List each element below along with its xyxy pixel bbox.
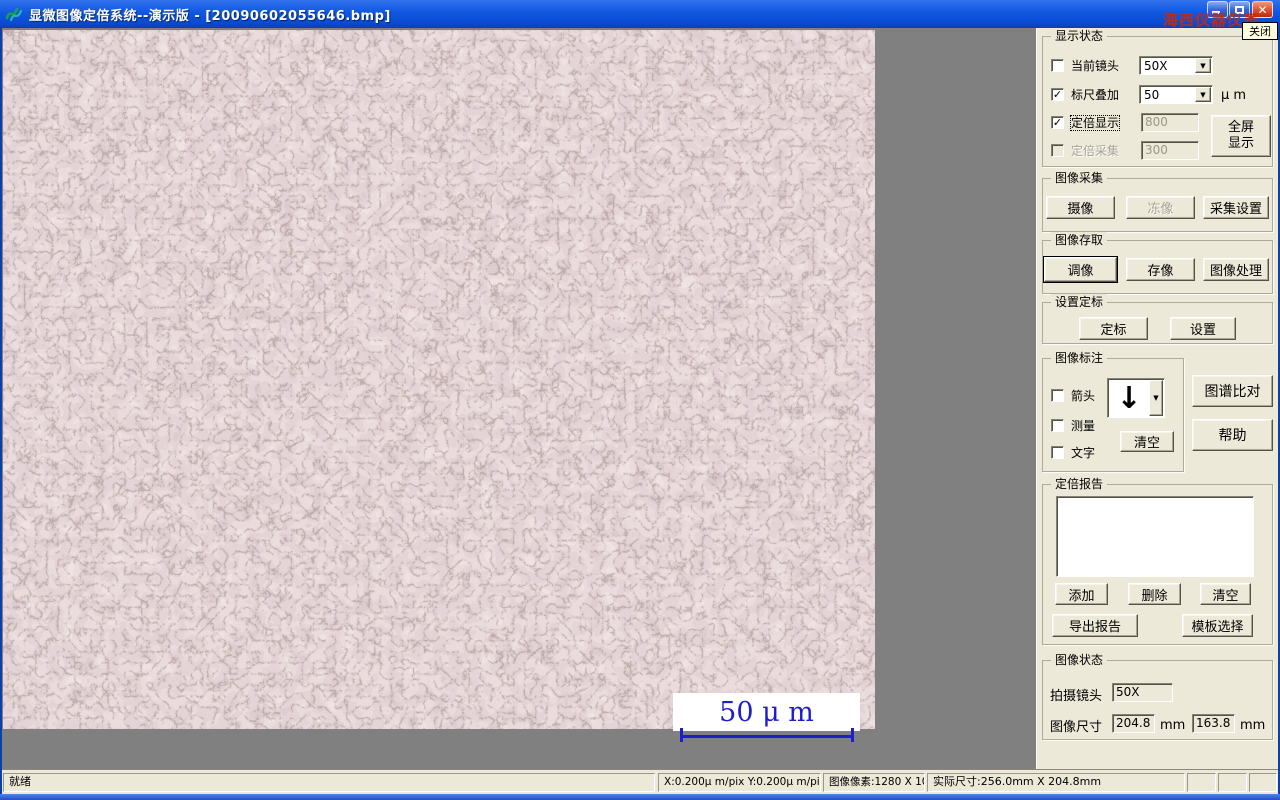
- image-viewport: 50 μ m: [2, 28, 1036, 769]
- arrow-label: 箭头: [1071, 389, 1096, 403]
- chevron-down-icon[interactable]: ▼: [1195, 87, 1211, 102]
- arrow-style-combobox[interactable]: ↓ ▼: [1107, 378, 1165, 418]
- chevron-down-icon[interactable]: ▼: [1195, 58, 1211, 73]
- measure-label: 测量: [1071, 419, 1096, 433]
- current-lens-checkbox[interactable]: [1051, 59, 1064, 72]
- atlas-compare-button[interactable]: 图谱比对: [1192, 375, 1273, 407]
- fullscreen-button[interactable]: 全屏 显示: [1211, 115, 1271, 157]
- capture-settings-button[interactable]: 采集设置: [1203, 196, 1269, 219]
- image-height-unit: mm: [1240, 718, 1266, 733]
- fixed-display-checkbox[interactable]: ✓: [1051, 116, 1064, 129]
- report-listbox[interactable]: [1056, 496, 1254, 577]
- arrow-checkbox[interactable]: [1051, 389, 1064, 402]
- status-bar: 就绪 X:0.200μ m/pix Y:0.200μ m/pix 图像像素:12…: [2, 769, 1278, 794]
- ruler-value: 50: [1144, 88, 1160, 101]
- window-title: 显微图像定倍系统--演示版 - [20090602055646.bmp]: [29, 8, 391, 24]
- close-tooltip: 关闭: [1242, 22, 1278, 40]
- text-label: 文字: [1071, 446, 1096, 460]
- report-export-button[interactable]: 导出报告: [1052, 614, 1138, 637]
- shoot-button[interactable]: 摄像: [1046, 196, 1115, 219]
- check-icon: ✓: [1052, 87, 1063, 101]
- ruler-overlay-label: 标尺叠加: [1071, 88, 1120, 102]
- load-image-button[interactable]: 调像: [1044, 257, 1117, 282]
- calibration-settings-button[interactable]: 设置: [1170, 317, 1236, 340]
- current-lens-combobox[interactable]: 50X ▼: [1139, 56, 1213, 75]
- freeze-button: 冻像: [1126, 196, 1195, 219]
- app-icon: [5, 7, 23, 22]
- status-empty-2: [1218, 773, 1247, 792]
- group-image-status-legend: 图像状态: [1051, 652, 1108, 668]
- image-height-field: 163.8: [1192, 714, 1235, 733]
- current-lens-label: 当前镜头: [1071, 59, 1120, 73]
- fixed-display-label: 定倍显示: [1069, 115, 1121, 131]
- group-image-storage-legend: 图像存取: [1051, 232, 1108, 248]
- ruler-value-combobox[interactable]: 50 ▼: [1139, 85, 1213, 104]
- measure-checkbox[interactable]: [1051, 419, 1064, 432]
- scalebar-label-box: 50 μ m: [673, 693, 860, 731]
- image-width-field: 204.8: [1112, 714, 1155, 733]
- fullscreen-button-label2: 显示: [1227, 136, 1254, 151]
- status-empty-1: [1187, 773, 1216, 792]
- status-pixel-scale: X:0.200μ m/pix Y:0.200μ m/pix: [658, 773, 821, 792]
- group-report-legend: 定倍报告: [1051, 476, 1108, 492]
- app-window: 显微图像定倍系统--演示版 - [20090602055646.bmp] ✕ 海…: [0, 0, 1280, 800]
- fixed-display-field: 800: [1141, 113, 1199, 132]
- save-image-button[interactable]: 存像: [1126, 258, 1195, 281]
- image-process-button[interactable]: 图像处理: [1203, 258, 1269, 281]
- group-annotation-legend: 图像标注: [1051, 350, 1108, 366]
- annotation-clear-button[interactable]: 清空: [1120, 431, 1174, 452]
- title-bar[interactable]: 显微图像定倍系统--演示版 - [20090602055646.bmp]: [0, 0, 1280, 28]
- fixed-capture-label: 定倍采集: [1071, 144, 1120, 158]
- report-clear-button[interactable]: 清空: [1200, 583, 1251, 605]
- scalebar-tick-right: [851, 728, 854, 742]
- ruler-overlay-checkbox[interactable]: ✓: [1051, 88, 1064, 101]
- status-image-pixels: 图像像素:1280 X 1024: [823, 773, 925, 792]
- group-image-capture-legend: 图像采集: [1051, 170, 1108, 186]
- window-border-bottom: [0, 794, 1280, 800]
- shoot-lens-label: 拍摄镜头: [1050, 689, 1103, 704]
- check-icon: ✓: [1052, 115, 1063, 129]
- group-calibration: 设置定标: [1042, 294, 1273, 344]
- report-delete-button[interactable]: 删除: [1128, 583, 1181, 605]
- status-empty-3: [1249, 773, 1277, 792]
- status-ready: 就绪: [3, 773, 655, 792]
- image-width-unit: mm: [1160, 718, 1186, 733]
- group-calibration-legend: 设置定标: [1051, 294, 1108, 310]
- arrow-down-icon: ↓: [1116, 380, 1142, 416]
- help-button[interactable]: 帮助: [1192, 419, 1273, 451]
- report-add-button[interactable]: 添加: [1055, 583, 1108, 605]
- group-display-status-legend: 显示状态: [1051, 28, 1108, 44]
- ruler-unit-label: μ m: [1221, 88, 1247, 103]
- current-lens-value: 50X: [1144, 59, 1168, 72]
- fixed-capture-field: 300: [1141, 141, 1199, 160]
- chevron-down-icon[interactable]: ▼: [1149, 380, 1163, 416]
- microscope-image[interactable]: [3, 30, 875, 729]
- scalebar-tick-left: [680, 728, 683, 742]
- shoot-lens-field: 50X: [1112, 683, 1173, 702]
- status-actual-size: 实际尺寸:256.0mm X 204.8mm: [927, 773, 1185, 792]
- image-size-label: 图像尺寸: [1050, 720, 1103, 735]
- report-template-button[interactable]: 模板选择: [1182, 614, 1253, 637]
- fixed-capture-checkbox: [1051, 144, 1064, 157]
- calibrate-button[interactable]: 定标: [1079, 317, 1148, 340]
- scalebar-line: [680, 735, 854, 738]
- scalebar-text: 50 μ m: [719, 696, 814, 728]
- text-checkbox[interactable]: [1051, 446, 1064, 459]
- fullscreen-button-label1: 全屏: [1227, 120, 1254, 135]
